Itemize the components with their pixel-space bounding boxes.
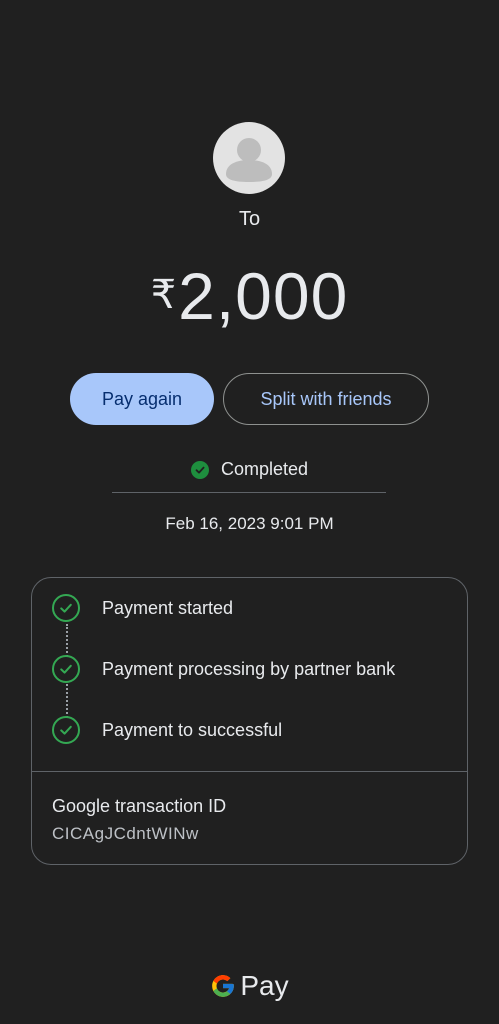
google-g-icon	[212, 975, 235, 997]
recipient-label: To	[238, 208, 261, 230]
transaction-id-label: Google transaction ID	[52, 796, 227, 816]
step-label: Payment to successful	[102, 719, 283, 740]
payment-details-screen: To ₹2,000 Pay again Split with friends C…	[0, 0, 499, 1024]
pay-again-button[interactable]: Pay again	[70, 373, 214, 425]
divider	[112, 492, 386, 493]
amount: ₹2,000	[0, 258, 499, 334]
card-divider	[32, 771, 467, 772]
check-icon	[52, 716, 80, 744]
transaction-datetime: Feb 16, 2023 9:01 PM	[165, 514, 334, 533]
step-item: Payment to successful	[52, 716, 282, 744]
pay-text: Pay	[240, 970, 289, 1001]
step-item: Payment started	[52, 594, 233, 622]
check-circle-icon	[190, 460, 209, 479]
check-icon	[52, 655, 80, 683]
payment-steps: Payment started Payment processing by pa…	[32, 578, 467, 772]
status-text: Completed	[220, 459, 309, 479]
step-item: Payment processing by partner bank	[52, 655, 395, 683]
person-icon	[226, 138, 272, 182]
step-label: Payment processing by partner bank	[102, 658, 396, 679]
avatar	[213, 122, 285, 194]
check-icon	[52, 594, 80, 622]
transaction-card: Payment started Payment processing by pa…	[31, 577, 468, 865]
transaction-id-value[interactable]: CICAgJCdntWINw	[52, 824, 199, 844]
google-pay-logo: Pay	[0, 970, 499, 1002]
amount-value: 2,000	[178, 259, 349, 333]
status-badge: Completed	[0, 459, 499, 480]
step-label: Payment started	[102, 597, 234, 618]
currency-symbol: ₹	[150, 273, 177, 317]
split-with-friends-button[interactable]: Split with friends	[223, 373, 429, 425]
